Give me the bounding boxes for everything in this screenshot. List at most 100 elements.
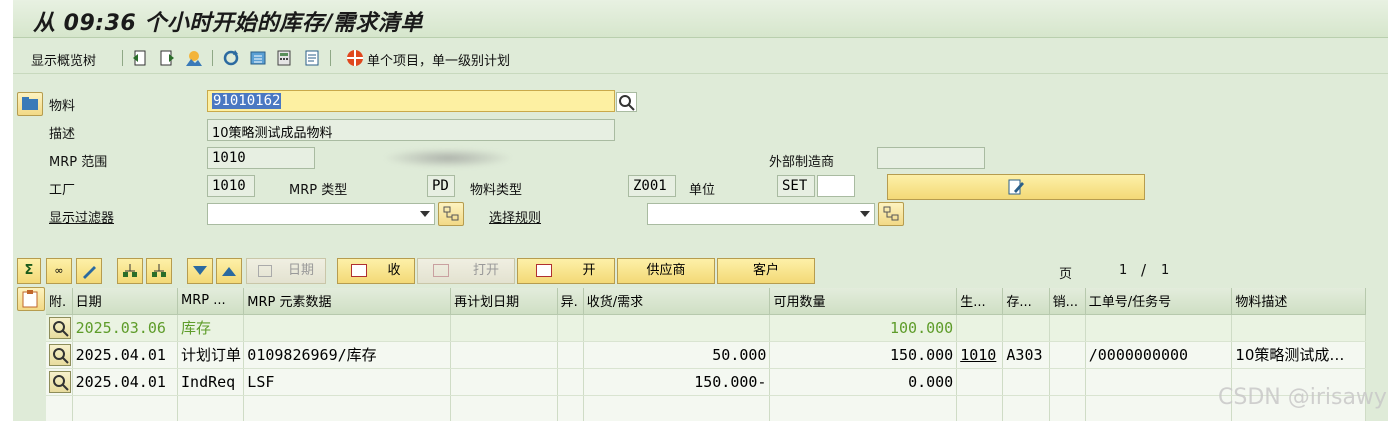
customer-button[interactable]: 客户: [717, 258, 815, 284]
table-cell-sales: [1049, 368, 1086, 396]
display-filter-select[interactable]: [207, 203, 435, 225]
material-type-field: Z001: [628, 175, 676, 197]
column-header-order-number[interactable]: 工单号/任务号: [1085, 288, 1233, 315]
rule-settings-button[interactable]: [878, 202, 904, 226]
column-header-storage-location[interactable]: 存...: [1002, 288, 1050, 315]
table-row[interactable]: 2025.04.01 计划订单 0109826969/库存 50.000 150.000…: [46, 341, 1366, 369]
table-cell-exception: [557, 341, 584, 369]
table-cell-empty: [769, 395, 958, 421]
title-bar: 从 09:36 个小时开始的库存/需求清单: [13, 0, 1388, 38]
column-header-attachment[interactable]: 附.: [46, 288, 73, 315]
open2-button[interactable]: 开: [517, 258, 615, 284]
column-header-mrp-element[interactable]: MRP ...: [177, 288, 245, 315]
table-cell-empty: [46, 395, 73, 421]
single-item-planning-button[interactable]: 单个项目，单一级别计划: [367, 50, 510, 69]
glasses-button[interactable]: ∞: [46, 258, 72, 284]
vendor-button[interactable]: 供应商: [617, 258, 715, 284]
material-select-button[interactable]: [17, 92, 43, 116]
column-header-exception[interactable]: 异.: [557, 288, 584, 315]
table-row[interactable]: 2025.03.06 库存 100.000: [46, 314, 1366, 342]
row-detail-icon[interactable]: [49, 316, 71, 339]
material-type-label: 物料类型: [470, 183, 523, 198]
table-row[interactable]: 2025.04.01 IndReq LSF 150.000- 0.000: [46, 368, 1366, 396]
row-detail-icon[interactable]: [49, 343, 71, 366]
table-cell-date: 2025.03.06: [72, 314, 179, 342]
filter-settings-button[interactable]: [438, 202, 464, 226]
planning-icon[interactable]: [346, 49, 364, 67]
table-cell-mrp-element: IndReq: [177, 368, 245, 396]
receipt-icon: [351, 264, 368, 277]
application-toolbar: 显示概览树 单个项目，单一级别计划: [13, 42, 1388, 74]
table-cell-empty: [1085, 395, 1233, 421]
edit-pencil-icon: [1008, 179, 1024, 194]
pencil-icon: [83, 265, 96, 279]
table-cell-sales: [1049, 341, 1086, 369]
selection-rule-select[interactable]: [647, 203, 875, 225]
column-header-date[interactable]: 日期: [72, 288, 179, 315]
column-header-reschedule-date[interactable]: 再计划日期: [450, 288, 558, 315]
column-header-production-site[interactable]: 生...: [956, 288, 1004, 315]
expand-up-button[interactable]: [117, 258, 143, 284]
overview-tree-button[interactable]: 显示概览树: [31, 50, 96, 69]
chevron-down-icon: [860, 211, 870, 217]
table-cell-mrp-element: 库存: [177, 314, 245, 342]
expand-down-button[interactable]: [146, 258, 172, 284]
table-cell-material-description: 10策略测试成…: [1231, 341, 1366, 369]
external-manufacturer-field: [877, 147, 985, 169]
column-header-mrp-element-data[interactable]: MRP 元素数据: [243, 288, 452, 315]
pencil-button[interactable]: [76, 258, 102, 284]
table-cell-reschedule-date: [450, 368, 558, 396]
tree-expand-icon: [123, 263, 137, 277]
receipt-button[interactable]: 收: [337, 258, 415, 284]
table-cell-mrp-element-data: 0109826969/库存: [243, 341, 452, 369]
table-cell-production-site: [956, 368, 1004, 396]
calculator-icon[interactable]: [275, 49, 293, 67]
vendor-button-label: 供应商: [646, 263, 686, 278]
mrp-grid: 附. 日期 MRP ... MRP 元素数据 再计划日期 异. 收货/需求 可用数量 生... 存…: [46, 288, 1366, 421]
table-cell-empty: [1002, 395, 1050, 421]
column-header-material-description[interactable]: 物料描述: [1231, 288, 1366, 315]
filter-up-button[interactable]: [216, 258, 242, 284]
material-field[interactable]: 91010162: [207, 90, 615, 112]
column-header-sales[interactable]: 销...: [1049, 288, 1086, 315]
unit-extra-field[interactable]: [817, 175, 855, 197]
table-cell-attachment[interactable]: [46, 341, 73, 369]
table-cell-sales: [1049, 314, 1086, 342]
display-filter-label[interactable]: 显示过滤器: [49, 207, 114, 226]
column-header-available-qty[interactable]: 可用数量: [769, 288, 958, 315]
next-material-icon[interactable]: [158, 49, 176, 67]
plant-label: 工厂: [49, 183, 76, 198]
filter-down-icon: [193, 265, 207, 275]
selection-rule-label[interactable]: 选择规则: [489, 207, 541, 226]
previous-material-icon[interactable]: [131, 49, 149, 67]
date-button[interactable]: 日期: [246, 258, 326, 284]
landscape-icon[interactable]: [185, 49, 203, 67]
redacted-area-text: [383, 148, 513, 168]
table-cell-attachment[interactable]: [46, 314, 73, 342]
table-cell-date: 2025.04.01: [72, 368, 179, 396]
open-button[interactable]: 打开: [417, 258, 515, 284]
table-cell-receipt-requirement: 50.000: [583, 341, 771, 369]
unit-field: SET: [777, 175, 815, 197]
table-cell-attachment[interactable]: [46, 368, 73, 396]
column-header-receipt-requirement[interactable]: 收货/需求: [583, 288, 771, 315]
row-detail-icon[interactable]: [49, 370, 71, 393]
hierarchy-icon[interactable]: [249, 49, 267, 67]
toolbar-divider: [330, 50, 331, 66]
edit-header-button[interactable]: [887, 174, 1145, 200]
toolbar-divider: [122, 50, 123, 66]
refresh-icon[interactable]: [222, 49, 240, 67]
page-separator: /: [1141, 261, 1147, 279]
open-icon: [432, 264, 449, 277]
material-search-button[interactable]: [616, 92, 637, 112]
sum-button[interactable]: Σ: [17, 258, 41, 284]
document-open-icon: [536, 264, 553, 277]
table-cell-empty: [583, 395, 771, 421]
document-icon[interactable]: [303, 49, 321, 67]
glasses-icon: ∞: [54, 264, 64, 277]
layout-button[interactable]: [17, 287, 45, 311]
table-cell-date: 2025.04.01: [72, 341, 179, 369]
chevron-down-icon: [420, 211, 430, 217]
plant-field: 1010: [207, 175, 255, 197]
filter-down-button[interactable]: [187, 258, 213, 284]
